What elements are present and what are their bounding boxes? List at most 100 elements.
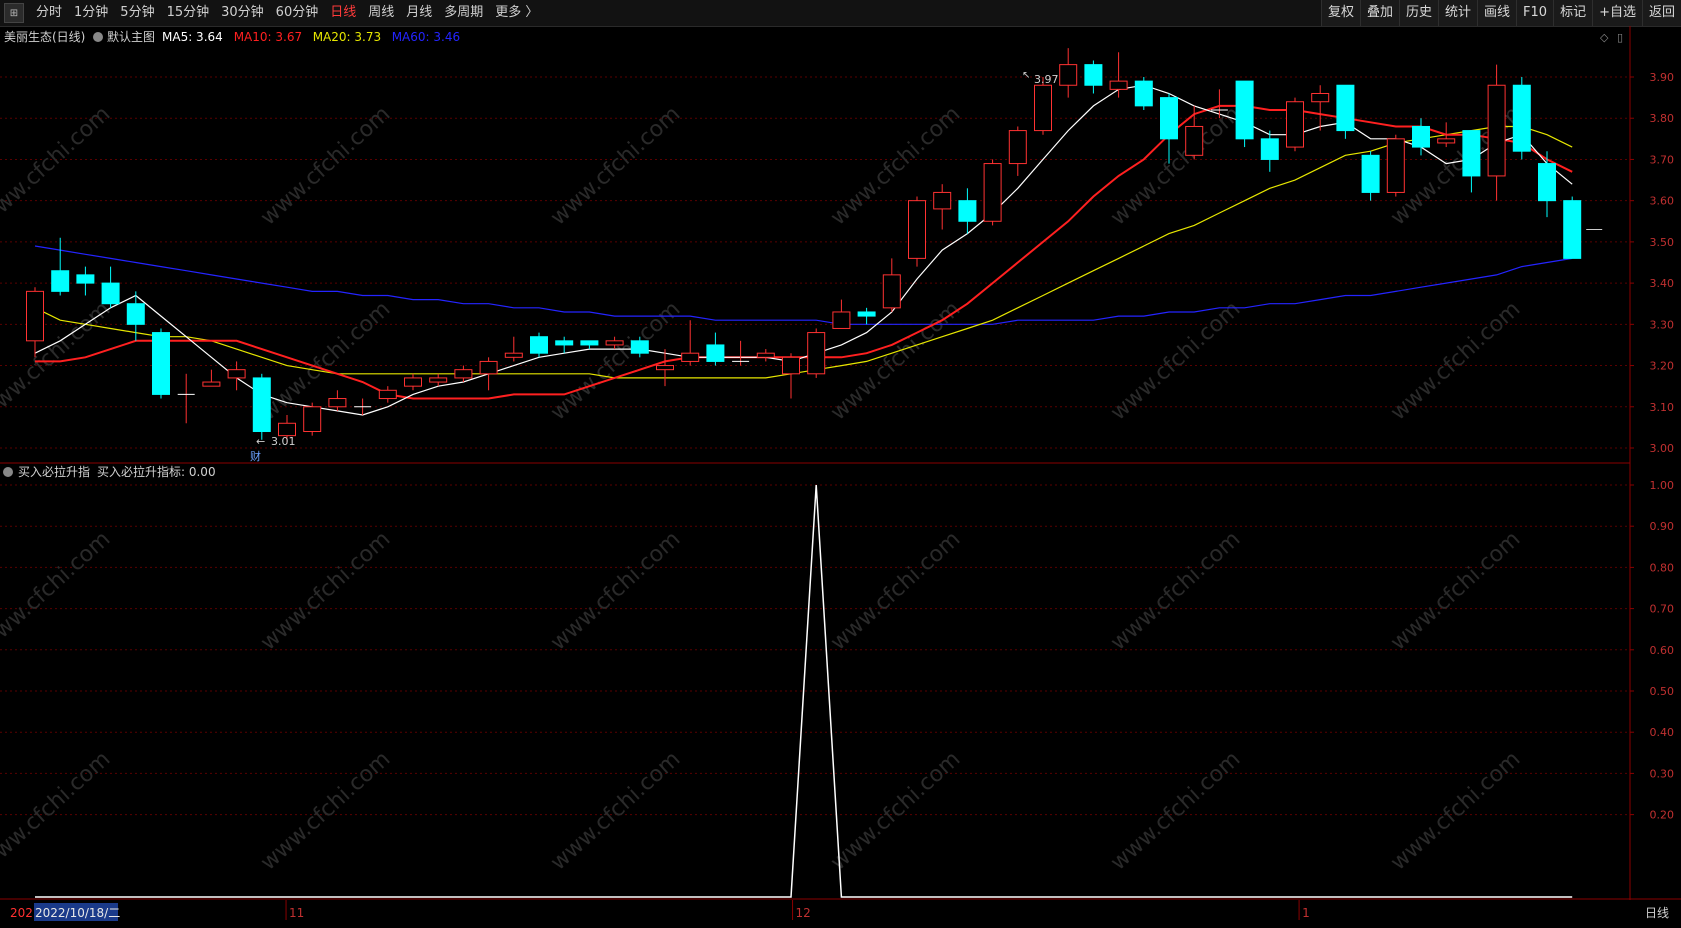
candle-body bbox=[51, 270, 70, 292]
candle bbox=[580, 340, 599, 350]
finance-event-marker: 财 bbox=[250, 449, 261, 463]
candle-body bbox=[1109, 80, 1128, 90]
period-1[interactable]: 1分钟 bbox=[68, 0, 114, 26]
candle bbox=[832, 299, 851, 329]
period-4[interactable]: 30分钟 bbox=[215, 0, 270, 26]
price-tick-label: 3.30 bbox=[1650, 318, 1675, 331]
candle-body bbox=[681, 352, 700, 362]
toolbar-button-3[interactable]: 统计 bbox=[1438, 0, 1478, 26]
candle bbox=[1134, 77, 1153, 110]
candle-body bbox=[882, 274, 901, 309]
candle bbox=[756, 349, 775, 362]
month-label: 12 bbox=[796, 906, 811, 920]
toolbar-button-8[interactable]: 返回 bbox=[1641, 0, 1681, 26]
watermark-text: www.cfchi.com bbox=[826, 747, 965, 876]
period-10[interactable]: 更多 〉 bbox=[489, 0, 544, 26]
candle-body bbox=[26, 290, 44, 342]
candle bbox=[76, 266, 95, 296]
toolbar-button-2[interactable]: 历史 bbox=[1398, 0, 1438, 26]
candle bbox=[530, 332, 548, 358]
candle bbox=[1361, 151, 1380, 201]
indicator-tick-label: 0.40 bbox=[1650, 726, 1675, 739]
price-axis: 3.90 3.80 3.70 3.60 3.50 3.40 3.30 3.20 3.10 3.00 bbox=[1630, 71, 1674, 455]
date-axis-bg bbox=[0, 900, 1681, 925]
candle-body bbox=[1286, 101, 1304, 148]
toolbar-button-0[interactable]: 复权 bbox=[1320, 0, 1360, 26]
ma-legend-0: MA5: 3.64 bbox=[162, 30, 223, 44]
ma-legend-2: MA20: 3.73 bbox=[313, 30, 381, 44]
candle bbox=[882, 258, 901, 312]
watermark-text: www.cfchi.com bbox=[546, 102, 685, 231]
candle bbox=[1462, 130, 1481, 193]
ma60-line bbox=[34, 245, 1573, 325]
period-5[interactable]: 60分钟 bbox=[270, 0, 325, 26]
indicator-dropdown-icon bbox=[3, 467, 13, 477]
candle-body bbox=[807, 332, 826, 375]
price-tick-label: 3.50 bbox=[1650, 236, 1675, 249]
period-6[interactable]: 日线 bbox=[324, 0, 362, 26]
candle-body bbox=[1412, 125, 1430, 148]
indicator-tick-label: 0.20 bbox=[1650, 809, 1675, 822]
candle-body bbox=[404, 377, 422, 387]
candle bbox=[732, 340, 750, 366]
period-8[interactable]: 月线 bbox=[400, 0, 438, 26]
candle-body bbox=[1462, 130, 1481, 177]
watermark-text: www.cfchi.com bbox=[826, 527, 965, 656]
stock-name: 美丽生态(日线) bbox=[4, 30, 85, 44]
price-tick-label: 3.40 bbox=[1650, 277, 1675, 290]
kline-chart[interactable]: www.cfchi.com www.cfchi.com www.cfchi.com w… bbox=[0, 26, 1681, 925]
candle bbox=[1336, 84, 1355, 139]
candle bbox=[152, 328, 170, 399]
candle bbox=[1109, 52, 1128, 98]
month-label: 1 bbox=[1302, 906, 1310, 920]
date-axis: 202 2022/10/18/二 11 12 1 日线 bbox=[0, 900, 1681, 925]
candle bbox=[782, 353, 800, 399]
price-tick-label: 3.20 bbox=[1650, 360, 1675, 373]
candle-body bbox=[1235, 80, 1254, 140]
indicator-tick-label: 0.90 bbox=[1650, 520, 1675, 533]
period-9[interactable]: 多周期 bbox=[438, 0, 489, 26]
watermark-text: www.cfchi.com bbox=[1106, 747, 1245, 876]
toolbar-button-7[interactable]: +自选 bbox=[1592, 0, 1642, 26]
watermark-text: www.cfchi.com bbox=[1386, 747, 1525, 876]
candle-body bbox=[1034, 84, 1052, 132]
candle-body bbox=[706, 344, 725, 362]
high-price-arrow: ↖ bbox=[1022, 70, 1030, 81]
candle bbox=[681, 320, 700, 366]
candle bbox=[908, 196, 926, 267]
period-2[interactable]: 5分钟 bbox=[114, 0, 160, 26]
candle bbox=[807, 328, 826, 378]
sidebar-toggle-icon[interactable]: ⊞ bbox=[4, 3, 24, 23]
candle-body bbox=[857, 311, 876, 317]
candle-body bbox=[1538, 163, 1556, 202]
price-tick-label: 3.80 bbox=[1650, 112, 1675, 125]
candle bbox=[252, 373, 271, 440]
candle bbox=[51, 237, 70, 296]
period-7[interactable]: 周线 bbox=[362, 0, 400, 26]
candle-body bbox=[1134, 80, 1153, 107]
period-3[interactable]: 15分钟 bbox=[161, 0, 216, 26]
candle bbox=[404, 373, 422, 391]
candle bbox=[101, 266, 120, 308]
candle-body bbox=[1311, 92, 1330, 103]
candle bbox=[177, 373, 195, 424]
candle bbox=[202, 369, 221, 387]
candle-body bbox=[530, 336, 548, 354]
candle bbox=[1059, 48, 1078, 98]
toolbar-button-4[interactable]: 画线 bbox=[1477, 0, 1517, 26]
period-0[interactable]: 分时 bbox=[30, 0, 68, 26]
watermark-text: www.cfchi.com bbox=[546, 747, 685, 876]
indicator-tick-label: 0.70 bbox=[1650, 603, 1675, 616]
candle-body bbox=[933, 191, 952, 210]
candle-body bbox=[1487, 84, 1506, 177]
watermark-text: www.cfchi.com bbox=[0, 747, 115, 876]
candle bbox=[429, 373, 448, 387]
candle-body bbox=[479, 360, 498, 375]
cursor-date-label: 2022/10/18/二 bbox=[35, 906, 120, 920]
toolbar-button-6[interactable]: 标记 bbox=[1553, 0, 1593, 26]
watermark-text: www.cfchi.com bbox=[256, 527, 395, 656]
candle-body bbox=[1361, 154, 1380, 193]
toolbar-button-5[interactable]: F10 bbox=[1516, 0, 1554, 26]
first-date-label: 202 bbox=[10, 906, 33, 920]
toolbar-button-1[interactable]: 叠加 bbox=[1359, 0, 1399, 26]
